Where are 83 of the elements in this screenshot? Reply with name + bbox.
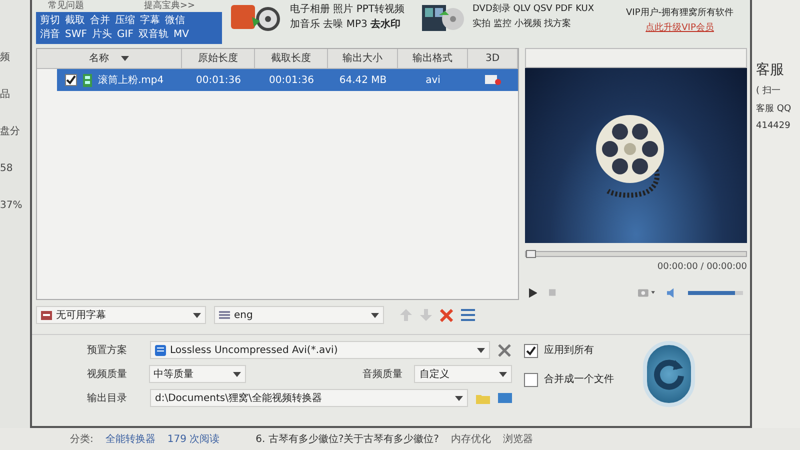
dvd-film-icon: [420, 3, 465, 33]
feature-link[interactable]: GIF: [117, 28, 134, 42]
output-folder-select[interactable]: d:\Documents\狸窝\全能视频转换器: [150, 389, 468, 407]
feature-link[interactable]: 双音轨: [138, 28, 168, 42]
table-cell-text: 64.42 MB: [338, 74, 388, 88]
column-header[interactable]: 原始长度: [182, 49, 255, 68]
feature-link[interactable]: 微信: [165, 14, 185, 28]
caret-icon: [477, 348, 485, 352]
file-row[interactable]: 滚筒上粉.mp4 00:01:36 00:01:36 64.42 MB avi: [57, 69, 518, 91]
table-cell-text: 00:01:36: [195, 74, 242, 88]
feature-link[interactable]: SWF: [65, 28, 87, 42]
preset-select[interactable]: Lossless Uncompressed Avi(*.avi): [150, 341, 490, 359]
caret-icon: [193, 312, 201, 318]
checkbox[interactable]: [524, 372, 538, 386]
header-link[interactable]: 提高宝典>>: [144, 0, 196, 12]
table-cell-text: avi: [424, 74, 442, 88]
option-label: 合并成一个文件: [544, 372, 614, 387]
audio-track-icon: [219, 310, 230, 320]
vip-upgrade-link[interactable]: 点此升级VIP会员: [646, 21, 714, 36]
refresh-icon: [652, 358, 685, 390]
feature-link[interactable]: 字幕: [140, 14, 160, 28]
feature-link[interactable]: MV: [173, 28, 189, 42]
field-label: 视频质量: [87, 368, 128, 382]
column-header[interactable]: 名称: [37, 49, 182, 68]
page-text: ( 扫一: [756, 85, 782, 98]
option-label: 应用到所有: [544, 344, 594, 358]
feature-link[interactable]: 片头: [92, 28, 112, 42]
speaker-icon[interactable]: [667, 288, 676, 298]
caret-icon: [499, 372, 507, 376]
caret-icon: [233, 372, 242, 376]
caret-icon: [121, 56, 129, 61]
audio-track-select[interactable]: eng: [214, 306, 384, 324]
ppt-film-icon: [230, 3, 282, 33]
file-name: 滚筒上粉.mp4: [98, 74, 164, 88]
read-count: 179 次阅读: [167, 432, 220, 446]
progress-track[interactable]: [525, 251, 747, 257]
column-header[interactable]: 3D: [468, 49, 518, 68]
promo-text[interactable]: 加音乐 去噪 MP3 去水印: [290, 17, 405, 32]
page-text: 37%: [0, 199, 24, 213]
subtitle-icon: [41, 310, 52, 320]
audio-quality-select[interactable]: 自定义: [414, 365, 512, 383]
feature-link[interactable]: 剪切: [40, 14, 60, 28]
page-text: 盘分: [0, 125, 21, 139]
question-link[interactable]: 6. 古琴有多少徽位?关于古琴有多少徽位?: [256, 432, 439, 446]
feature-link[interactable]: 压缩: [115, 14, 135, 28]
promo-text[interactable]: 电子相册 照片 PPT转视频: [290, 2, 405, 17]
page-text: 频: [0, 50, 11, 65]
progress-thumb[interactable]: [526, 250, 536, 258]
column-header[interactable]: 输出格式: [398, 49, 468, 68]
promo-text[interactable]: DVD刻录 QLV QSV PDF KUX: [472, 2, 594, 17]
field-label: 音频质量: [362, 368, 404, 382]
list-icon[interactable]: [461, 309, 475, 321]
caret-icon: [455, 396, 463, 400]
header-link[interactable]: 常见问题: [48, 0, 84, 12]
time-display: 00:00:00 / 00:00:00: [657, 261, 747, 274]
column-header[interactable]: 输出大小: [328, 49, 398, 68]
video-quality-select[interactable]: 中等质量: [148, 365, 246, 383]
feature-link[interactable]: 截取: [65, 14, 85, 28]
field-label: 预置方案: [87, 344, 128, 358]
page-text: 客服: [756, 61, 785, 80]
camera-icon[interactable]: [638, 288, 655, 297]
page-text: 58: [0, 162, 14, 176]
toolbar-link[interactable]: 内存优化: [450, 432, 491, 446]
page-text: 品: [0, 88, 11, 102]
feature-link[interactable]: 消音: [40, 28, 60, 42]
category-link[interactable]: 全能转换器: [105, 432, 156, 446]
caret-icon: [371, 312, 379, 318]
checkbox[interactable]: [65, 74, 77, 86]
toolbar-link[interactable]: 浏览器: [502, 432, 533, 446]
field-label: 输出目录: [87, 392, 128, 406]
feature-link[interactable]: 合并: [90, 14, 110, 28]
vip-text: VIP用户-拥有狸窝所有软件: [626, 6, 734, 20]
play-icon[interactable]: [529, 288, 538, 298]
category-label: 分类:: [70, 432, 94, 446]
delete-icon[interactable]: [440, 308, 453, 322]
page-text: 客服 QQ: [756, 102, 792, 116]
table-cell-text: 00:01:36: [268, 74, 315, 88]
video-file-icon: [83, 74, 92, 86]
checkbox[interactable]: [524, 344, 538, 358]
subtitle-select[interactable]: 无可用字幕: [36, 306, 206, 324]
column-header[interactable]: 截取长度: [255, 49, 328, 68]
promo-text[interactable]: 实拍 监控 小视频 找方案: [472, 17, 594, 32]
page-text: 414429: [756, 120, 792, 133]
